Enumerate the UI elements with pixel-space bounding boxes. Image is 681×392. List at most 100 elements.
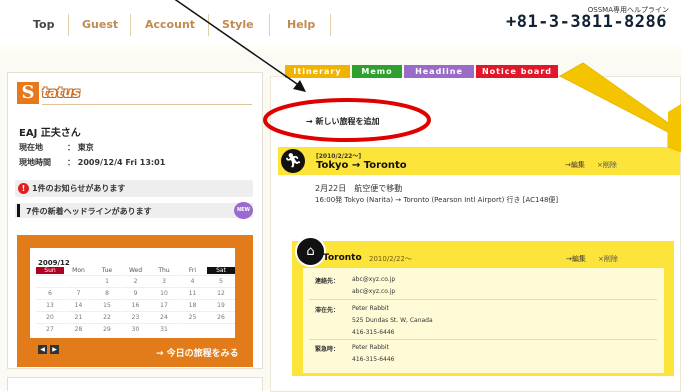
home-icon: ⌂: [295, 236, 326, 267]
calendar-day[interactable]: 24: [150, 311, 178, 323]
alert-icon: !: [18, 183, 29, 194]
stay-date: 2010/2/22〜: [369, 255, 412, 263]
delete-link[interactable]: ×削除: [597, 160, 617, 170]
calendar-day[interactable]: 12: [207, 287, 235, 299]
edit-link[interactable]: →編集: [565, 160, 585, 170]
calendar-day[interactable]: 9: [121, 287, 150, 299]
calendar-weekday: Sun: [36, 267, 64, 274]
itinerary-title[interactable]: Tokyo → Toronto: [316, 160, 407, 171]
nav-style[interactable]: Style: [222, 14, 254, 36]
tab-memo[interactable]: Memo: [352, 65, 402, 78]
nav-help[interactable]: Help: [287, 14, 315, 36]
nav-separator: [330, 14, 331, 36]
stay-host: Peter Rabbit: [352, 305, 389, 312]
calendar-day[interactable]: 28: [64, 323, 93, 335]
calendar-day[interactable]: 21: [64, 311, 93, 323]
nav-guest[interactable]: Guest: [82, 14, 118, 36]
new-badge-icon: NEW: [234, 202, 253, 219]
calendar-month: 2009/12: [38, 259, 70, 267]
delete-link[interactable]: ×削除: [598, 254, 618, 264]
emergency-phone: 416-315-6446: [352, 356, 395, 363]
calendar-day[interactable]: 27: [36, 323, 64, 335]
divider: [309, 339, 657, 340]
contact-email[interactable]: abc@xyz.co.jp: [352, 276, 395, 283]
calendar-day[interactable]: 25: [178, 311, 207, 323]
tab-itinerary[interactable]: Itinerary: [285, 65, 350, 78]
itinerary-description: 2月22日 航空便で移動: [315, 184, 403, 193]
calendar-day[interactable]: 11: [178, 287, 207, 299]
calendar-day[interactable]: 23: [121, 311, 150, 323]
notice-alert-text[interactable]: 1件のお知らせがあります: [32, 183, 125, 194]
calendar-day[interactable]: 30: [121, 323, 150, 335]
calendar-day[interactable]: 20: [36, 311, 64, 323]
calendar-day[interactable]: 31: [150, 323, 178, 335]
calendar-day[interactable]: 16: [121, 299, 150, 311]
location-value: ： 東京: [67, 143, 94, 152]
calendar-weekday: Thu: [158, 267, 170, 274]
divider: [42, 104, 252, 105]
calendar-day[interactable]: 22: [93, 311, 121, 323]
calendar-day: [36, 275, 64, 287]
calendar-weekday: Tue: [101, 267, 113, 274]
calendar-day[interactable]: 6: [36, 287, 64, 299]
calendar-day[interactable]: 3: [150, 275, 178, 287]
contact-label: 連絡先：: [315, 278, 340, 285]
nav-top[interactable]: Top: [33, 14, 54, 36]
traveler-icon: 🏃︎: [281, 149, 305, 173]
status-logo-icon: S: [17, 82, 39, 104]
helpline-number: +81-3-3811-8286: [505, 12, 667, 32]
calendar-day[interactable]: 8: [93, 287, 121, 299]
nav-separator: [68, 14, 69, 36]
emergency-contact: Peter Rabbit: [352, 344, 389, 351]
stay-label: 滞在先：: [315, 307, 340, 314]
calendar-day[interactable]: 17: [150, 299, 178, 311]
calendar-day: [178, 323, 207, 335]
tab-notice-board[interactable]: Notice board: [476, 65, 558, 78]
add-itinerary-link[interactable]: → 新しい旅程を追加: [306, 116, 380, 127]
itinerary-flight-detail: 16:00発 Tokyo (Narita) → Toronto (Pearson…: [315, 196, 559, 204]
calendar-day: [207, 323, 235, 335]
headline-marker: [17, 204, 20, 217]
calendar-day[interactable]: 5: [207, 275, 235, 287]
calendar-day[interactable]: 10: [150, 287, 178, 299]
stay-phone: 416-315-6446: [352, 329, 395, 336]
local-time-value: ： 2009/12/4 Fri 13:01: [67, 158, 166, 167]
contact-email[interactable]: abc@xyz.co.jp: [352, 288, 395, 295]
nav-separator: [269, 14, 270, 36]
calendar-day[interactable]: 2: [121, 275, 150, 287]
local-time-label: 現地時間: [19, 158, 51, 167]
nav-separator: [130, 14, 131, 36]
calendar-day[interactable]: 29: [93, 323, 121, 335]
calendar-weekday: Mon: [72, 267, 85, 274]
status-heading: tatus: [42, 86, 81, 101]
calendar-weekday: Fri: [188, 267, 197, 274]
calendar-prev-icon[interactable]: ◀: [38, 345, 47, 354]
nav-account[interactable]: Account: [145, 14, 195, 36]
calendar-day[interactable]: 15: [93, 299, 121, 311]
edit-link[interactable]: →編集: [566, 254, 586, 264]
calendar-day[interactable]: 4: [178, 275, 207, 287]
calendar-weekday: Wed: [128, 267, 143, 274]
calendar-day[interactable]: 26: [207, 311, 235, 323]
calendar-day[interactable]: 13: [36, 299, 64, 311]
today-itinerary-link[interactable]: → 今日の旅程をみる: [156, 346, 239, 359]
stay-address: 525 Dundas St. W, Canada: [352, 317, 433, 324]
itinerary-date: [2010/2/22〜]: [316, 153, 362, 160]
calendar-day[interactable]: 18: [178, 299, 207, 311]
secondary-panel: [7, 377, 263, 391]
user-name: EAJ 正夫さん: [19, 128, 81, 139]
headline-alert-text[interactable]: 7件の新着ヘッドラインがあります: [26, 206, 152, 217]
calendar-day[interactable]: 1: [93, 275, 121, 287]
calendar-day[interactable]: 7: [64, 287, 93, 299]
calendar-weekday: Sat: [207, 267, 235, 274]
nav-separator: [208, 14, 209, 36]
location-label: 現在地: [19, 143, 43, 152]
tab-headline[interactable]: Headline: [404, 65, 474, 78]
calendar-day: [64, 275, 93, 287]
divider: [309, 299, 657, 300]
calendar-day[interactable]: 19: [207, 299, 235, 311]
stay-city[interactable]: Toronto: [323, 253, 362, 263]
calendar-day[interactable]: 14: [64, 299, 93, 311]
calendar-next-icon[interactable]: ▶: [50, 345, 59, 354]
emergency-label: 緊急時：: [315, 346, 340, 353]
